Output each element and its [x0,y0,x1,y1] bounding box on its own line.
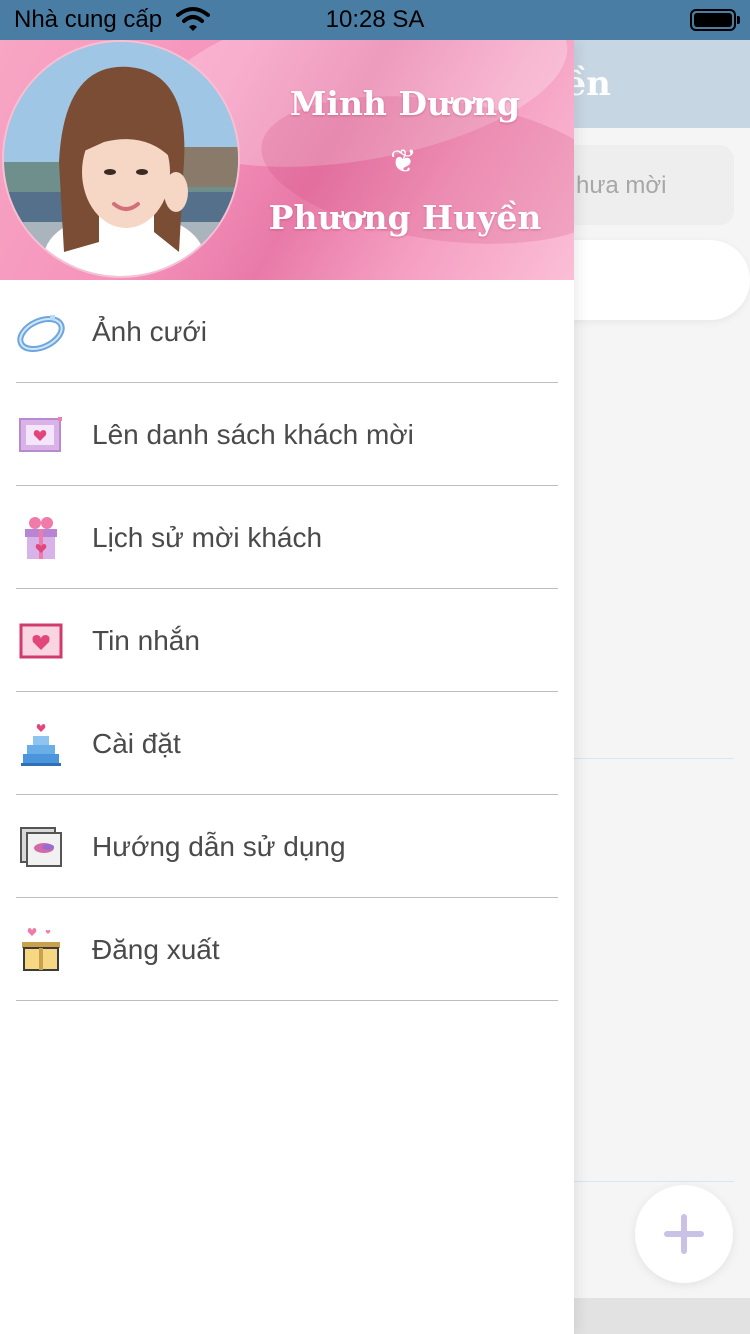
ring-icon [16,307,66,357]
background-search-placeholder: hưa mời [576,172,667,199]
partner-one-name: Minh Dương [289,84,521,123]
background-divider [574,1181,734,1182]
drawer-header: Minh Dương ❦ Phương Huyền [0,40,574,280]
photo-frame-icon [16,822,66,872]
navigation-drawer: Minh Dương ❦ Phương Huyền Ảnh cưới Lên d… [0,40,574,1334]
menu-item-messages[interactable]: Tin nhắn [0,589,574,692]
menu-label: Tin nhắn [92,624,200,656]
envelope-heart-icon [16,410,66,460]
menu-item-invite-history[interactable]: Lịch sử mời khách [0,486,574,589]
plus-icon [664,1214,704,1254]
menu-label: Lên danh sách khách mời [92,418,414,450]
menu-item-guest-list[interactable]: Lên danh sách khách mời [0,383,574,486]
menu-label: Cài đặt [92,727,181,759]
drawer-menu: Ảnh cưới Lên danh sách khách mời Lịch sử… [0,280,574,1001]
menu-item-settings[interactable]: Cài đặt [0,692,574,795]
heart-icon: ❦ [390,143,417,179]
menu-item-user-guide[interactable]: Hướng dẫn sử dụng [0,795,574,898]
battery-icon [690,9,740,31]
menu-label: Ảnh cưới [92,315,207,347]
partner-two-name: Phương Huyền [268,198,542,237]
menu-label: Hướng dẫn sử dụng [92,830,346,862]
menu-label: Lịch sử mời khách [92,521,323,553]
status-bar: Nhà cung cấp 10:28 SA [0,0,750,40]
wedding-cake-icon [16,719,66,769]
message-heart-icon [16,616,66,666]
add-button[interactable] [635,1185,733,1283]
background-bottom-bar [574,1298,750,1334]
menu-label: Đăng xuất [92,933,220,965]
menu-item-wedding-photos[interactable]: Ảnh cưới [0,280,574,383]
background-divider [574,758,734,759]
open-box-icon [16,925,66,975]
status-time: 10:28 SA [325,6,425,33]
avatar[interactable] [2,40,240,278]
gift-box-icon [16,513,66,563]
menu-item-logout[interactable]: Đăng xuất [0,898,574,1001]
